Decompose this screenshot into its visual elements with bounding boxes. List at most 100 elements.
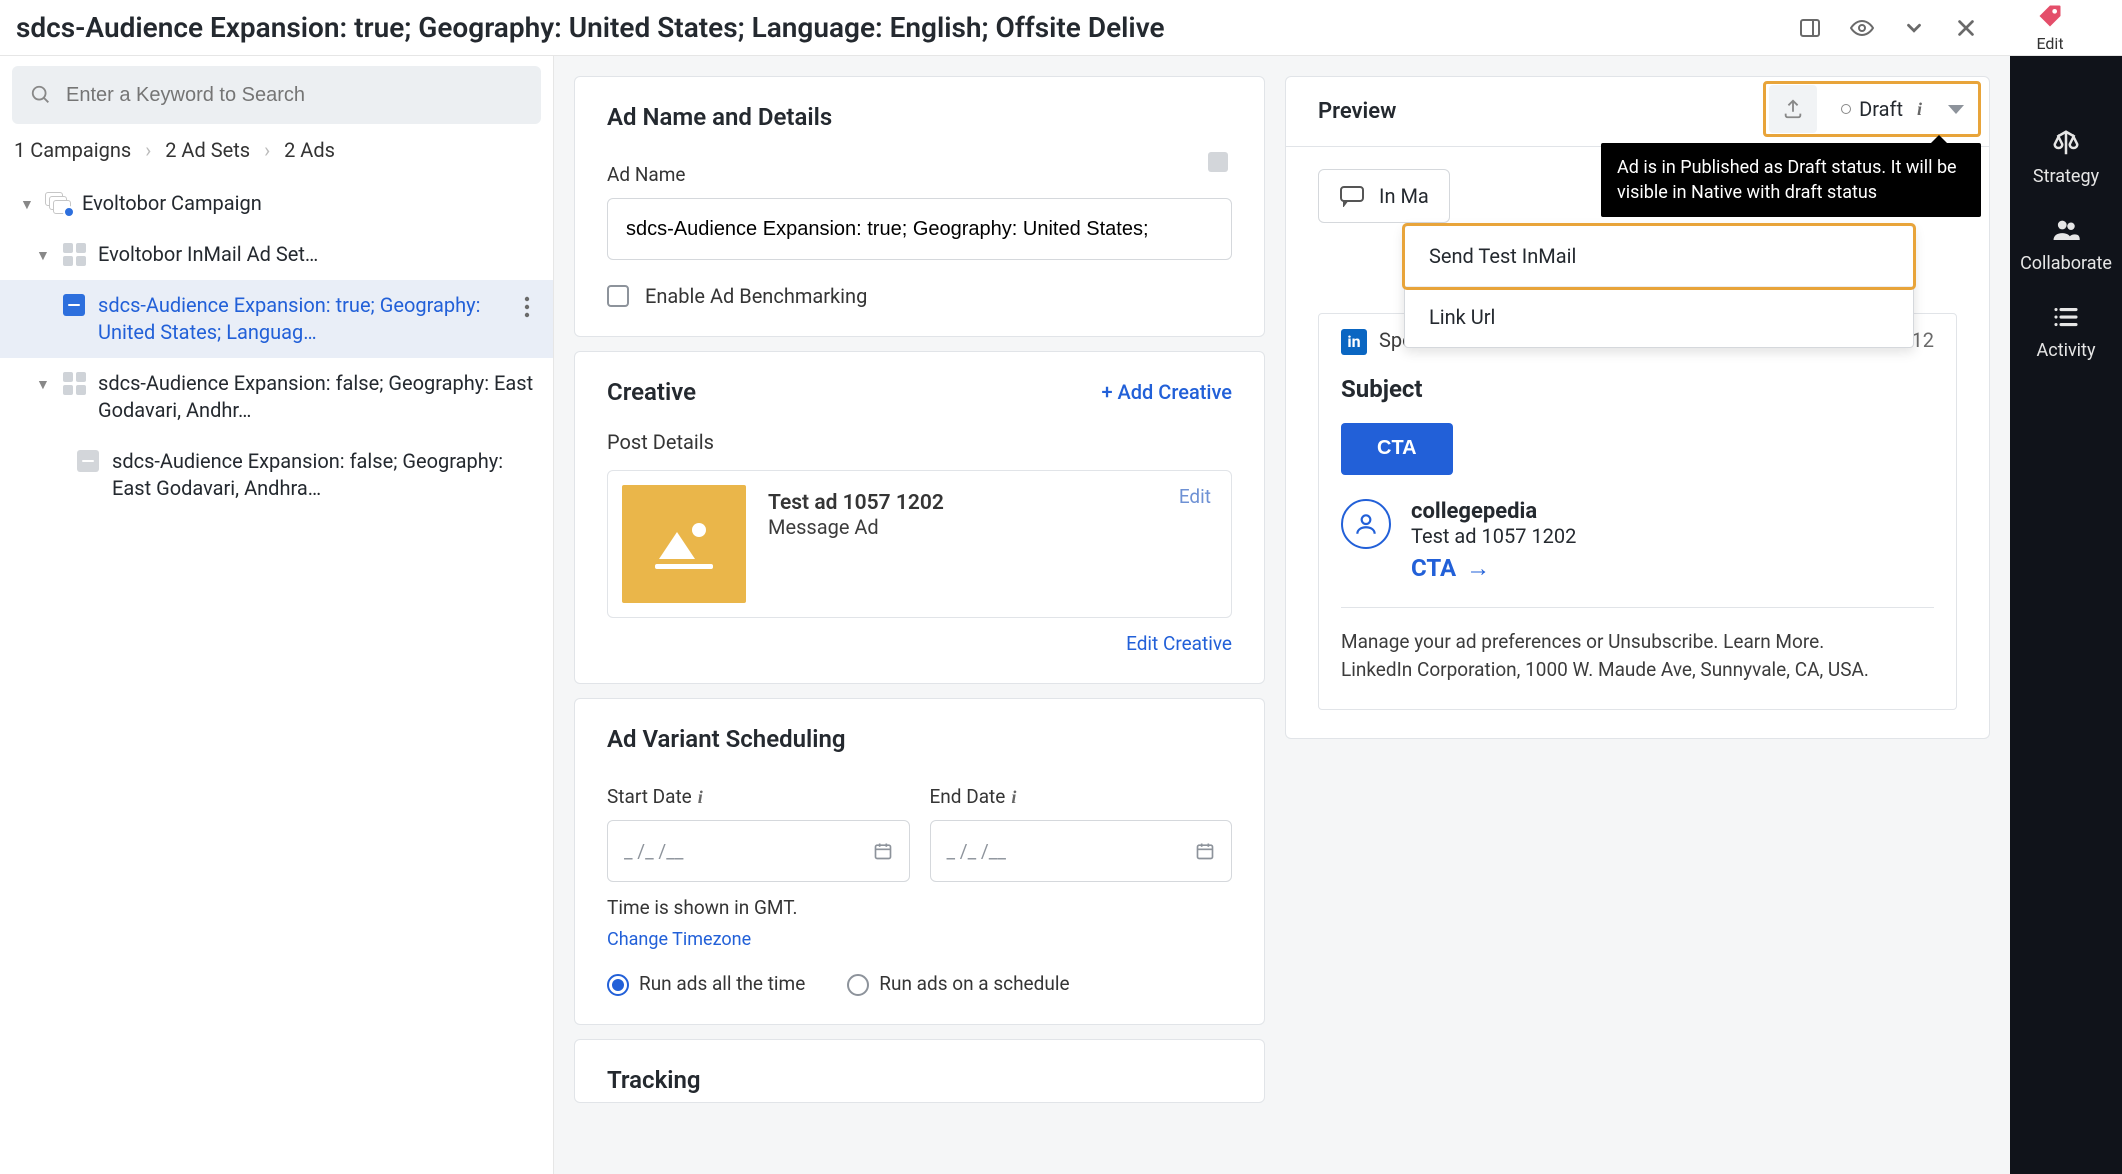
form-column: Ad Name and Details Ad Name Enable Ad Be… (574, 76, 1265, 1154)
status-label: Draft (1859, 97, 1903, 121)
status-cluster[interactable]: Draft i (1763, 81, 1981, 137)
cta-link[interactable]: CTA→ (1411, 554, 1490, 583)
input-suffix-icon (1208, 152, 1228, 172)
campaign-tree: ▼ Evoltobor Campaign ▼ Evoltobor InMail … (0, 178, 553, 514)
calendar-icon (873, 841, 893, 861)
enable-benchmarking-row[interactable]: Enable Ad Benchmarking (607, 284, 1232, 308)
tree-adset-2[interactable]: ▼ sdcs-Audience Expansion: false; Geogra… (0, 358, 553, 436)
dd-link-url[interactable]: Link Url (1405, 287, 1913, 347)
caret-down-icon[interactable] (1948, 105, 1964, 114)
adset-grid-icon (63, 243, 86, 266)
preview-title: Preview (1318, 99, 1396, 124)
chevron-down-icon[interactable] (1902, 16, 1926, 40)
caret-down-icon: ▼ (36, 376, 50, 393)
post-tile[interactable]: Test ad 1057 1202 Message Ad Edit (607, 470, 1232, 618)
rail-strategy[interactable]: Strategy (2033, 128, 2099, 187)
card-title: Ad Variant Scheduling (607, 725, 846, 753)
checkbox-label: Enable Ad Benchmarking (645, 284, 867, 308)
ad-name-input[interactable] (607, 198, 1232, 260)
crumb-ads[interactable]: 2 Ads (284, 138, 335, 162)
tag-icon (2036, 2, 2064, 30)
avatar-icon (1341, 499, 1391, 549)
tree-ad-selected[interactable]: sdcs-Audience Expansion: true; Geography… (0, 280, 553, 358)
add-creative-link[interactable]: + Add Creative (1101, 380, 1232, 404)
dd-send-test-inmail[interactable]: Send Test InMail (1405, 226, 1913, 287)
page-title: sdcs-Audience Expansion: true; Geography… (16, 11, 1782, 44)
search-field[interactable] (66, 84, 523, 107)
edit-creative-link[interactable]: Edit Creative (607, 632, 1232, 655)
sidebar: 1 Campaigns › 2 Ad Sets › 2 Ads ▼ Evolto… (0, 56, 554, 1174)
card-creative: Creative + Add Creative Post Details Tes… (574, 351, 1265, 684)
card-title: Tracking (607, 1066, 701, 1094)
campaign-folder-icon (45, 192, 71, 214)
post-details-label: Post Details (607, 430, 1232, 454)
preview-footer: Manage your ad preferences or Unsubscrib… (1319, 618, 1956, 695)
info-icon[interactable]: i (698, 787, 703, 807)
right-rail: Strategy Collaborate Activity (2010, 56, 2122, 1174)
rail-activity[interactable]: Activity (2037, 302, 2096, 361)
rail-label: Collaborate (2020, 253, 2112, 274)
linkedin-logo-icon: in (1341, 329, 1367, 355)
preview-body: In Ma Send Test InMail Link Url Click-th… (1285, 147, 1990, 739)
panel-layout-icon[interactable] (1798, 16, 1822, 40)
card-scheduling: Ad Variant Scheduling Start Datei _ /_ /… (574, 698, 1265, 1025)
people-icon (2051, 215, 2081, 245)
tree-label: sdcs-Audience Expansion: false; Geograph… (112, 448, 539, 502)
breadcrumb: 1 Campaigns › 2 Ad Sets › 2 Ads (0, 138, 553, 178)
status-selector[interactable]: Draft i (1829, 97, 1934, 121)
divider (1341, 607, 1934, 608)
cta-button[interactable]: CTA (1341, 423, 1453, 475)
ad-icon (63, 294, 85, 316)
rail-collaborate[interactable]: Collaborate (2020, 215, 2112, 274)
caret-down-icon: ▼ (36, 247, 50, 264)
change-timezone-link[interactable]: Change Timezone (607, 929, 751, 950)
crumb-campaigns[interactable]: 1 Campaigns (14, 138, 131, 162)
tree-label: sdcs-Audience Expansion: false; Geograph… (98, 370, 539, 424)
kebab-menu-icon[interactable] (515, 296, 539, 318)
info-icon[interactable]: i (1011, 787, 1016, 807)
post-subtitle: Message Ad (768, 515, 1217, 539)
eye-icon[interactable] (1850, 16, 1874, 40)
profile-sub: Test ad 1057 1202 (1411, 524, 1576, 548)
card-title: Ad Name and Details (607, 103, 832, 131)
radio-run-schedule[interactable]: Run ads on a schedule (847, 972, 1069, 996)
checkbox-icon[interactable] (607, 285, 629, 307)
top-edit-block[interactable]: Edit (1994, 2, 2106, 53)
tree-campaign[interactable]: ▼ Evoltobor Campaign (0, 178, 553, 229)
post-title: Test ad 1057 1202 (768, 491, 1217, 515)
chevron-right-icon: › (264, 138, 270, 162)
end-date-label: End Datei (930, 785, 1233, 808)
top-actions (1798, 16, 1978, 40)
start-date-input[interactable]: _ /_ /__ (607, 820, 910, 882)
post-edit-link[interactable]: Edit (1179, 485, 1211, 508)
date-placeholder: _ /_ /__ (624, 840, 683, 863)
chevron-right-icon: › (145, 138, 151, 162)
tz-note: Time is shown in GMT. (607, 896, 1232, 919)
tree-ad-2[interactable]: sdcs-Audience Expansion: false; Geograph… (0, 436, 553, 514)
linkedin-preview-card: inSponsored Feb 12 Subject CTA collegepe… (1318, 313, 1957, 710)
tree-adset[interactable]: ▼ Evoltobor InMail Ad Set… (0, 229, 553, 280)
card-title: Creative (607, 378, 696, 406)
inmail-chip[interactable]: In Ma (1318, 169, 1450, 223)
search-input[interactable] (12, 66, 541, 124)
caret-down-icon: ▼ (20, 196, 34, 213)
rail-label: Activity (2037, 340, 2096, 361)
tree-label: Evoltobor Campaign (82, 190, 539, 217)
preview-header: Preview Draft i Ad is in Published as Dr… (1285, 76, 1990, 147)
ad-icon (77, 450, 99, 472)
inmail-chip-label: In Ma (1379, 184, 1429, 208)
profile-name: collegepedia (1411, 499, 1576, 524)
chat-icon (1339, 185, 1365, 207)
date-placeholder: _ /_ /__ (947, 840, 1006, 863)
crumb-adsets[interactable]: 2 Ad Sets (165, 138, 250, 162)
arrow-right-icon: → (1466, 554, 1490, 583)
info-icon[interactable]: i (1917, 99, 1922, 120)
radio-run-all[interactable]: Run ads all the time (607, 972, 805, 996)
rail-label: Strategy (2033, 166, 2099, 187)
upload-icon[interactable] (1769, 85, 1817, 133)
end-date-input[interactable]: _ /_ /__ (930, 820, 1233, 882)
tree-label: sdcs-Audience Expansion: true; Geography… (98, 292, 505, 346)
preview-dropdown: Send Test InMail Link Url (1404, 225, 1914, 348)
radio-icon (847, 974, 869, 996)
close-icon[interactable] (1954, 16, 1978, 40)
